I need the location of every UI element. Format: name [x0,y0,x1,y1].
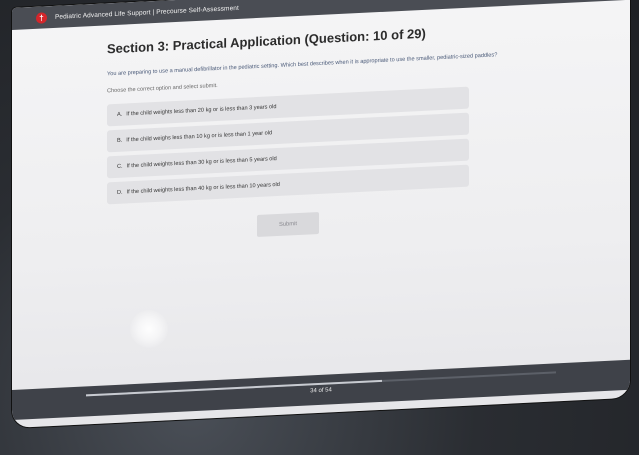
submit-container: Submit [107,205,469,245]
logo-icon: † [36,11,47,24]
option-letter: D. [117,189,123,196]
screen: † Pediatric Advanced Life Support | Prec… [12,0,630,429]
page-count: 34 of 54 [310,387,332,395]
option-text: If the child weights less than 30 kg or … [126,156,277,170]
device-bezel: † Pediatric Advanced Life Support | Prec… [0,0,639,455]
submit-button[interactable]: Submit [257,211,319,238]
option-letter: A. [117,111,123,118]
app-title: Pediatric Advanced Life Support | Precou… [55,4,239,21]
option-text: If the child weighs less than 10 kg or i… [126,130,273,144]
option-text: If the child weights less than 20 kg or … [126,104,277,118]
option-text: If the child weights less than 40 kg or … [126,181,280,196]
option-letter: B. [117,137,123,144]
option-letter: C. [117,163,123,170]
progress-fill [86,379,383,397]
question-panel: Section 3: Practical Application (Questi… [107,18,577,244]
footer-bar: 34 of 54 [12,359,630,420]
